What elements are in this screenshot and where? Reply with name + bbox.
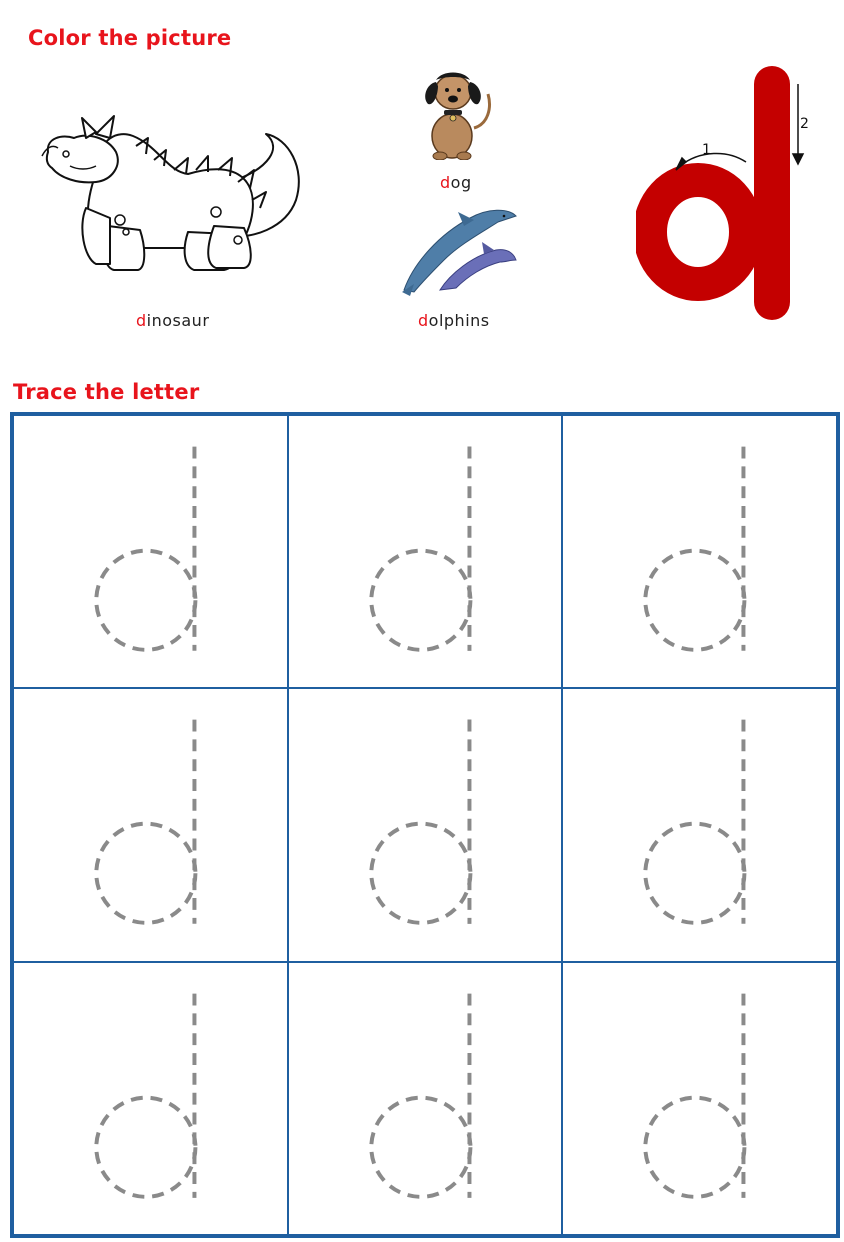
dotted-bowl (368, 822, 473, 926)
dotted-letter-d (643, 993, 747, 1199)
dolphins-caption: dolphins (418, 311, 490, 330)
dotted-bowl (368, 548, 473, 652)
tracing-cell[interactable] (562, 961, 837, 1235)
dotted-letter-d (94, 719, 198, 926)
dolphins-caption-rest: olphins (428, 311, 490, 330)
dinosaur-caption: dinosaur (136, 311, 209, 330)
dolphins-caption-first-letter: d (418, 311, 429, 330)
dotted-letter-d (368, 719, 473, 926)
tracing-cell[interactable] (287, 961, 563, 1235)
tracing-cell[interactable] (13, 415, 288, 689)
tracing-cell[interactable] (13, 961, 288, 1235)
stroke-2-label: 2 (800, 116, 809, 132)
dog-icon (425, 72, 491, 160)
dinosaur-outline-icon (41, 115, 300, 271)
dotted-bowl (643, 1095, 747, 1199)
stroke-1-label: 1 (702, 142, 711, 158)
tracing-cell[interactable] (287, 415, 563, 689)
dotted-letter-d (643, 719, 747, 926)
dotted-letter-d (368, 993, 473, 1199)
dinosaur-caption-first-letter: d (136, 311, 147, 330)
dolphins-icon (402, 209, 517, 296)
letter-d-stem (754, 66, 790, 320)
letter-d-bowl (636, 163, 763, 301)
tracing-cell[interactable] (13, 688, 288, 962)
dinosaur-caption-rest: inosaur (146, 311, 210, 330)
dotted-bowl (643, 548, 747, 652)
model-letter-d: 1 2 (636, 66, 809, 320)
dotted-bowl (368, 1095, 473, 1199)
dotted-letter-d (94, 993, 198, 1199)
dotted-bowl (643, 822, 747, 926)
dog-caption-rest: og (450, 173, 472, 192)
color-the-picture-heading: Color the picture (28, 26, 232, 50)
dog-caption: dog (440, 173, 472, 192)
dog-caption-first-letter: d (440, 173, 451, 192)
tracing-cell[interactable] (287, 688, 563, 962)
dotted-bowl (94, 1095, 198, 1199)
dotted-bowl (94, 548, 198, 652)
trace-the-letter-heading: Trace the letter (13, 380, 200, 404)
tracing-cell[interactable] (562, 415, 837, 689)
dotted-letter-d (94, 446, 198, 652)
dotted-bowl (94, 822, 198, 926)
dotted-letter-d (643, 446, 747, 652)
tracing-cell[interactable] (562, 688, 837, 962)
tracing-grid (10, 412, 840, 1238)
dotted-letter-d (368, 446, 473, 652)
